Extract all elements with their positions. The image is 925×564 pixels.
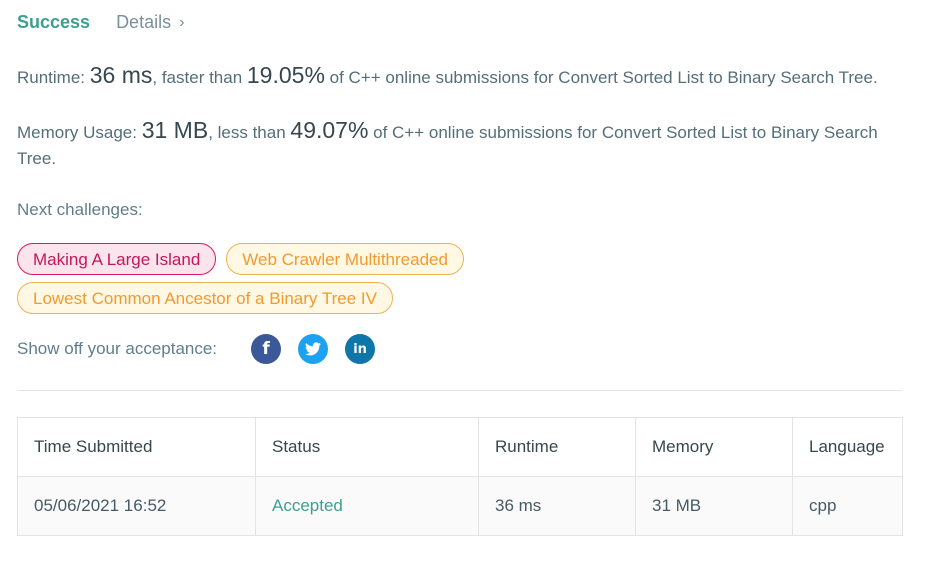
- cell-memory: 31 MB: [635, 476, 793, 536]
- memory-percent: 49.07%: [290, 117, 369, 143]
- cell-time-submitted: 05/06/2021 16:52: [17, 476, 256, 536]
- runtime-mid-text: , faster than: [152, 68, 247, 87]
- next-challenges-label: Next challenges:: [17, 200, 143, 219]
- column-header-memory: Memory: [635, 417, 793, 477]
- cell-status-accepted-link[interactable]: Accepted: [255, 476, 479, 536]
- result-header: Success Details ›: [17, 12, 184, 33]
- column-header-runtime: Runtime: [478, 417, 636, 477]
- memory-summary: Memory Usage: 31 MB, less than 49.07% of…: [17, 117, 907, 172]
- share-section: Show off your acceptance: f in: [17, 334, 392, 364]
- cell-runtime: 36 ms: [478, 476, 636, 536]
- chevron-right-icon: ›: [179, 13, 185, 31]
- share-icons: f in: [251, 334, 392, 364]
- runtime-suffix: of C++ online submissions for Convert So…: [324, 68, 878, 87]
- linkedin-icon[interactable]: in: [345, 334, 376, 364]
- submission-table: Time Submitted Status Runtime Memory Lan…: [17, 417, 903, 536]
- runtime-summary: Runtime: 36 ms, faster than 19.05% of C+…: [17, 62, 907, 91]
- share-label: Show off your acceptance:: [17, 339, 218, 358]
- memory-mid-text: , less than: [208, 123, 291, 142]
- challenge-chip[interactable]: Web Crawler Multithreaded: [226, 243, 464, 275]
- table-row: 05/06/2021 16:52 Accepted 36 ms 31 MB cp…: [17, 476, 903, 536]
- memory-value: 31 MB: [141, 117, 209, 143]
- success-status: Success: [17, 12, 91, 32]
- challenge-chip[interactable]: Making A Large Island: [17, 243, 217, 275]
- cell-language: cpp: [792, 476, 903, 536]
- divider: [17, 390, 902, 391]
- facebook-icon[interactable]: f: [251, 334, 282, 364]
- runtime-value: 36 ms: [89, 62, 153, 88]
- challenge-chip[interactable]: Lowest Common Ancestor of a Binary Tree …: [17, 282, 393, 314]
- runtime-percent: 19.05%: [246, 62, 325, 88]
- column-header-time: Time Submitted: [17, 417, 256, 477]
- column-header-status: Status: [255, 417, 479, 477]
- table-header-row: Time Submitted Status Runtime Memory Lan…: [17, 417, 903, 477]
- details-label: Details: [116, 12, 172, 32]
- memory-label: Memory Usage:: [17, 123, 142, 142]
- details-link[interactable]: Details ›: [116, 12, 184, 33]
- twitter-bird-icon: [305, 342, 322, 356]
- column-header-language: Language: [792, 417, 903, 477]
- next-challenges-list: Making A Large Island Web Crawler Multith…: [17, 243, 617, 321]
- runtime-label: Runtime:: [17, 68, 90, 87]
- twitter-icon[interactable]: [298, 334, 329, 364]
